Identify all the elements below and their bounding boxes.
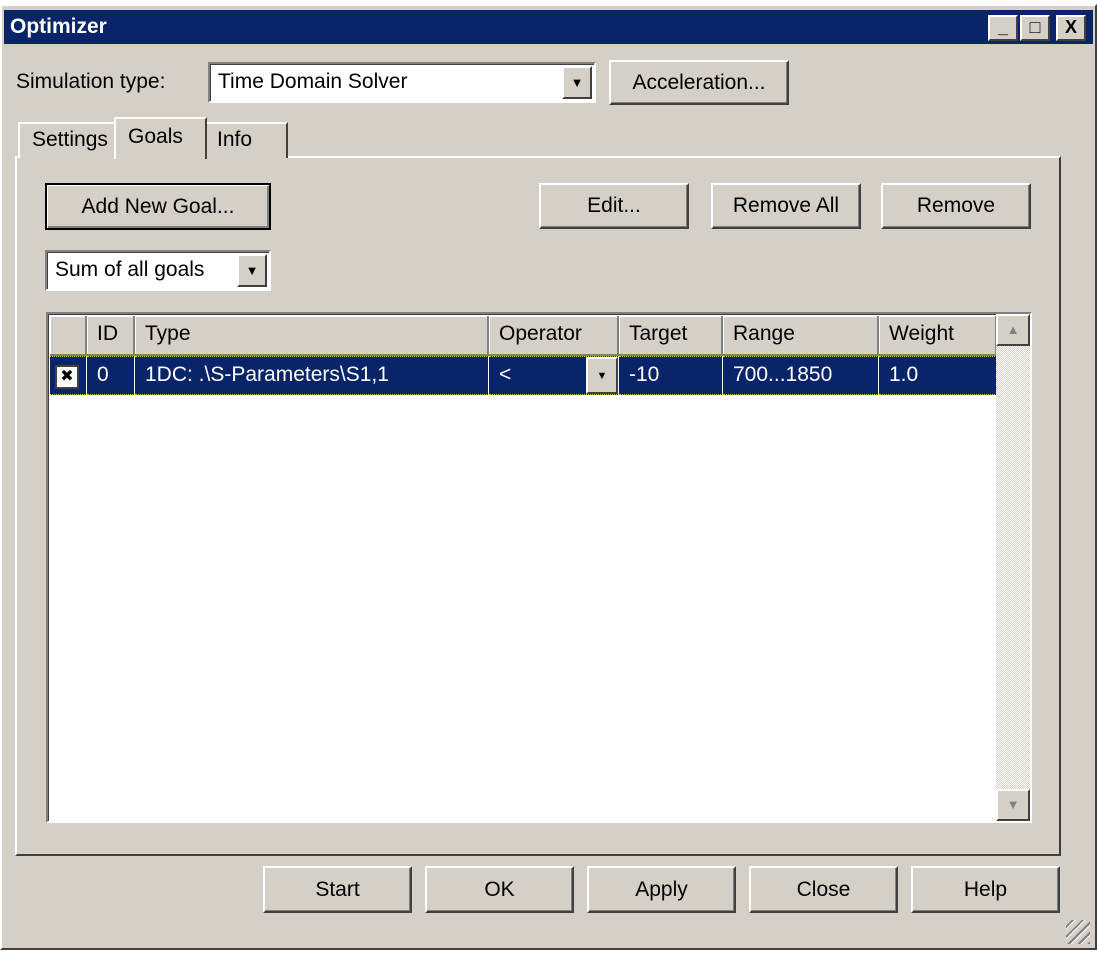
scroll-down-icon[interactable]: ▼ bbox=[996, 789, 1030, 821]
cell-weight: 1.0 bbox=[879, 356, 997, 395]
remove-button[interactable]: Remove bbox=[881, 183, 1031, 229]
cell-target: -10 bbox=[619, 356, 723, 395]
scroll-up-icon[interactable]: ▲ bbox=[996, 314, 1030, 346]
ok-button[interactable]: OK bbox=[425, 866, 574, 913]
header-check bbox=[50, 316, 87, 356]
close-window-button[interactable]: X bbox=[1056, 15, 1086, 41]
simulation-type-select[interactable]: Time Domain Solver ▼ bbox=[208, 62, 596, 103]
title-bar: Optimizer _ □ X bbox=[4, 10, 1093, 44]
goal-combination-value: Sum of all goals bbox=[55, 258, 205, 281]
header-type[interactable]: Type bbox=[135, 316, 489, 356]
header-weight[interactable]: Weight bbox=[879, 316, 997, 356]
resize-grip-icon[interactable] bbox=[1066, 920, 1090, 944]
simulation-type-value: Time Domain Solver bbox=[218, 70, 408, 93]
header-target[interactable]: Target bbox=[619, 316, 723, 356]
tab-settings[interactable]: Settings bbox=[18, 122, 116, 158]
cell-operator[interactable]: < ▼ bbox=[489, 356, 619, 395]
row-checkbox[interactable]: ✖ bbox=[55, 365, 79, 389]
cell-range: 700...1850 bbox=[723, 356, 879, 395]
remove-all-button[interactable]: Remove All bbox=[711, 183, 861, 229]
header-operator[interactable]: Operator bbox=[489, 316, 619, 356]
add-new-goal-button[interactable]: Add New Goal... bbox=[45, 183, 271, 230]
maximize-button[interactable]: □ bbox=[1020, 15, 1050, 41]
chevron-down-icon[interactable]: ▼ bbox=[237, 254, 267, 287]
edit-button[interactable]: Edit... bbox=[539, 183, 689, 229]
tab-info[interactable]: Info bbox=[205, 122, 288, 158]
chevron-down-icon[interactable]: ▼ bbox=[562, 66, 592, 99]
goals-table: ID Type Operator Target Range Weight ✖ 0… bbox=[46, 312, 1032, 823]
simulation-type-label: Simulation type: bbox=[16, 70, 166, 93]
help-button[interactable]: Help bbox=[911, 866, 1060, 913]
cell-id: 0 bbox=[87, 356, 135, 395]
chevron-down-icon[interactable]: ▼ bbox=[586, 357, 618, 394]
vertical-scrollbar[interactable]: ▲ ▼ bbox=[996, 314, 1030, 821]
tab-goals[interactable]: Goals bbox=[114, 117, 207, 159]
cell-type: 1DC: .\S-Parameters\S1,1 bbox=[135, 356, 489, 395]
minimize-button[interactable]: _ bbox=[988, 15, 1018, 41]
operator-value: < bbox=[499, 363, 512, 386]
goal-combination-select[interactable]: Sum of all goals ▼ bbox=[45, 250, 271, 291]
window-title: Optimizer bbox=[10, 15, 107, 38]
header-id[interactable]: ID bbox=[87, 316, 135, 356]
acceleration-button[interactable]: Acceleration... bbox=[609, 60, 789, 105]
close-button[interactable]: Close bbox=[749, 866, 898, 913]
start-button[interactable]: Start bbox=[263, 866, 412, 913]
header-range[interactable]: Range bbox=[723, 316, 879, 356]
apply-button[interactable]: Apply bbox=[587, 866, 736, 913]
